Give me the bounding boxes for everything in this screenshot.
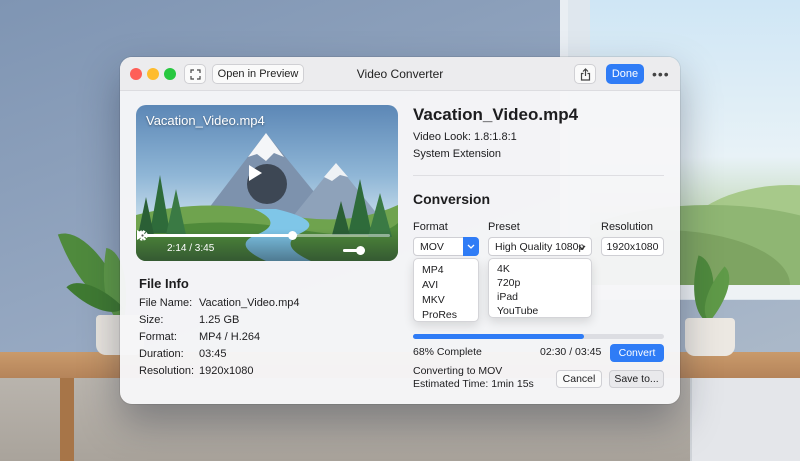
file-info-value: 03:45 [199,348,227,360]
expand-button[interactable] [184,64,206,84]
gear-icon[interactable] [136,229,149,242]
file-info-row: Size: 1.25 GB [139,314,239,326]
share-button[interactable] [574,64,596,84]
preset-option[interactable]: 720p [497,277,520,289]
scrub-bar[interactable] [144,231,390,240]
close-window-button[interactable] [130,68,142,80]
divider [413,175,664,176]
format-option[interactable]: MKV [422,294,445,306]
conversion-progress-bar [413,334,664,339]
conversion-progress-fill [413,334,584,339]
video-look: Video Look: 1.8:1.8:1 [413,131,517,143]
file-info-key: Duration: [139,348,184,360]
file-title: Vacation_Video.mp4 [413,105,579,124]
file-info-key: File Name: [139,297,193,309]
file-info-value: 1.25 GB [199,314,240,326]
preset-value: High Quality 1080p [495,240,585,253]
progress-time: 02:30 / 03:45 [540,346,602,358]
volume-handle[interactable] [355,246,365,255]
file-info-row: Resolution: 1920x1080 [139,365,253,377]
video-title-overlay: Vacation_Video.mp4 [146,113,265,128]
convert-button[interactable]: Convert [610,344,664,362]
shelf-leg-left [60,378,74,461]
file-info-value: MP4 / H.264 [199,331,261,343]
format-option[interactable]: ProRes [422,309,457,321]
file-info-row: Format: MP4 / H.264 [139,331,260,343]
play-icon [249,165,262,181]
system-extension-label: System Extension [413,148,502,160]
file-info-key: Size: [139,314,164,326]
file-info-heading: File Info [139,276,189,291]
resolution-label: Resolution [601,221,653,233]
expand-icon [189,68,201,80]
chevron-down-icon [578,245,586,250]
zoom-window-button[interactable] [164,68,176,80]
chevron-down-icon[interactable] [463,237,479,256]
player-controls: 2:14 / 3:45 [136,229,398,261]
format-value: MOV [420,240,444,253]
more-options-icon[interactable]: ••• [652,66,670,82]
preset-label: Preset [488,221,520,233]
preset-option[interactable]: iPad [497,291,518,303]
volume-slider[interactable] [343,246,365,255]
format-label: Format [413,221,448,233]
cancel-button[interactable]: Cancel [556,370,602,388]
file-info-key: Format: [139,331,177,343]
format-option[interactable]: MP4 [422,264,444,276]
file-info-value: 1920x1080 [199,365,254,377]
save-to-button[interactable]: Save to... [609,370,664,388]
preset-dropdown-menu: 4K 720p iPad YouTube [488,258,592,318]
minimize-window-button[interactable] [147,68,159,80]
file-info-row: File Name: Vacation_Video.mp4 [139,297,300,309]
estimated-time: Estimated Time: 1min 15s [413,378,534,390]
progress-percent: 68% Complete [413,346,482,358]
file-info-row: Duration: 03:45 [139,348,227,360]
format-option[interactable]: AVI [422,279,438,291]
done-button[interactable]: Done [606,64,644,84]
conversion-heading: Conversion [413,191,491,207]
resolution-field[interactable]: 1920x1080 [601,237,664,256]
title-bar: Open in Preview Video Converter Done ••• [120,57,680,91]
format-dropdown-menu: MP4 AVI MKV ProRes [413,258,479,322]
share-icon [580,67,590,81]
file-info-key: Resolution: [139,365,195,377]
file-info-value: Vacation_Video.mp4 [199,297,300,309]
conversion-status: Converting to MOV [413,365,503,377]
preset-option[interactable]: YouTube [497,305,538,317]
preset-option[interactable]: 4K [497,263,510,275]
scrub-progress [144,234,292,237]
preset-select[interactable]: High Quality 1080p [488,237,592,256]
video-player[interactable]: Vacation_Video.mp4 2:14 / 3:45 [136,105,398,261]
video-converter-window: Open in Preview Video Converter Done ••• [120,57,680,404]
playback-time: 2:14 / 3:45 [167,243,215,254]
format-select[interactable]: MOV [413,237,479,256]
play-button[interactable] [247,164,287,204]
cabinet [690,378,800,461]
scrub-handle[interactable] [287,231,297,240]
open-in-preview-button[interactable]: Open in Preview [212,64,304,84]
